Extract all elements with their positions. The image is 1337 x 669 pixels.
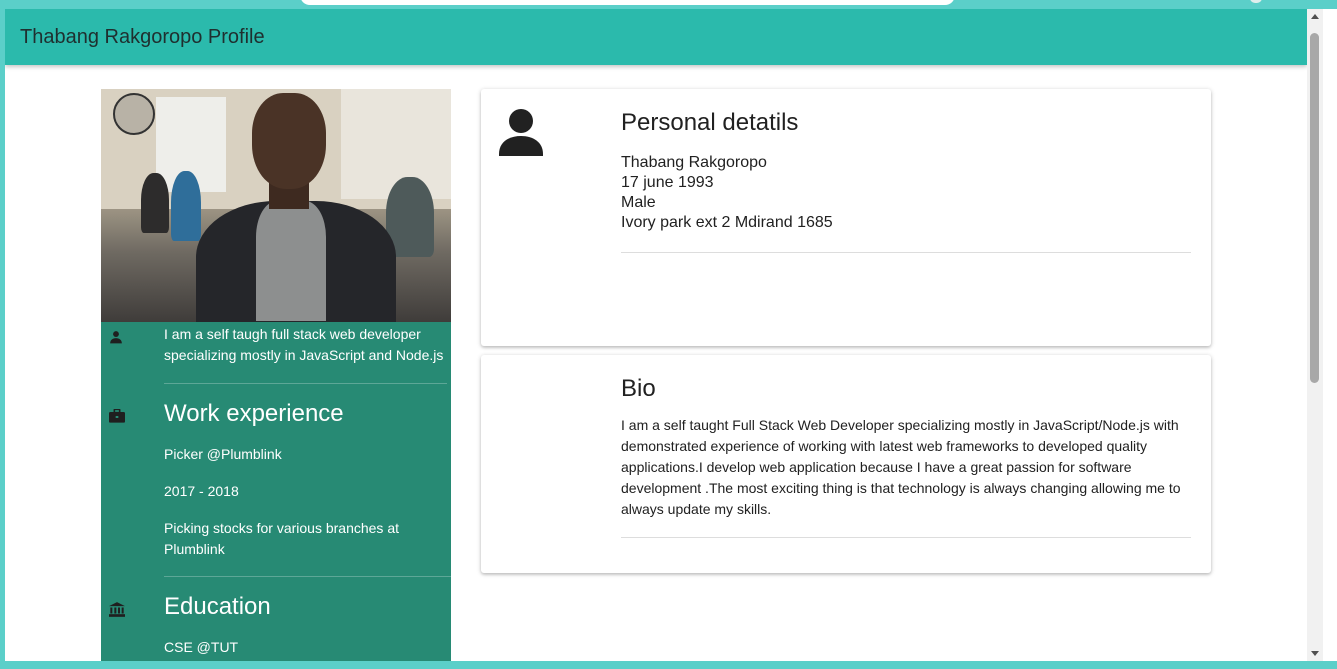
account-icon	[499, 109, 543, 156]
date-of-birth: 17 june 1993	[621, 174, 714, 191]
profile-photo	[101, 89, 451, 322]
card-divider	[621, 252, 1191, 253]
bank-icon	[109, 602, 125, 617]
full-name: Thabang Rakgoropo	[621, 154, 767, 171]
about-row: I am a self taugh full stack web develop…	[101, 322, 451, 384]
address-bar-edge[interactable]	[300, 0, 955, 5]
scroll-down-arrow-icon[interactable]	[1311, 651, 1319, 656]
vertical-scrollbar[interactable]	[1307, 9, 1323, 661]
education-title: Education	[164, 593, 271, 620]
work-experience-title: Work experience	[164, 400, 344, 427]
app-bar: Thabang Rakgoropo Profile	[5, 9, 1307, 65]
work-years: 2017 - 2018	[164, 483, 239, 499]
bio-title: Bio	[621, 375, 656, 402]
browser-control-edge	[1250, 0, 1262, 3]
work-section: Work experience Picker @Plumblink 2017 -…	[101, 384, 451, 577]
page-viewport: Thabang Rakgoropo Profile I am a self ta…	[5, 9, 1307, 661]
window-right-edge	[1323, 9, 1337, 669]
work-description: Picking stocks for various branches at P…	[164, 520, 399, 557]
scrollbar-thumb[interactable]	[1310, 33, 1319, 383]
bio-card: Bio I am a self taught Full Stack Web De…	[481, 355, 1211, 573]
personal-details-title: Personal detatils	[621, 109, 799, 136]
bio-text: I am a self taught Full Stack Web Develo…	[621, 417, 1181, 517]
window-bottom-strip	[0, 661, 1337, 669]
personal-details-card: Personal detatils Thabang Rakgoropo 17 j…	[481, 89, 1211, 346]
education-item: CSE @TUT	[164, 639, 239, 655]
fan-image-detail	[113, 93, 155, 135]
address: Ivory park ext 2 Mdirand 1685	[621, 214, 833, 231]
education-section: Education CSE @TUT	[101, 577, 451, 658]
page-title: Thabang Rakgoropo Profile	[20, 26, 265, 48]
scroll-up-arrow-icon[interactable]	[1311, 14, 1319, 19]
about-text: I am a self taugh full stack web develop…	[164, 322, 447, 384]
person-icon	[110, 331, 122, 344]
gender: Male	[621, 194, 656, 211]
card-divider	[621, 537, 1191, 538]
work-role: Picker @Plumblink	[164, 446, 282, 462]
profile-sidebar: I am a self taugh full stack web develop…	[101, 89, 451, 661]
briefcase-icon	[109, 409, 125, 423]
browser-top-strip	[0, 0, 1337, 9]
